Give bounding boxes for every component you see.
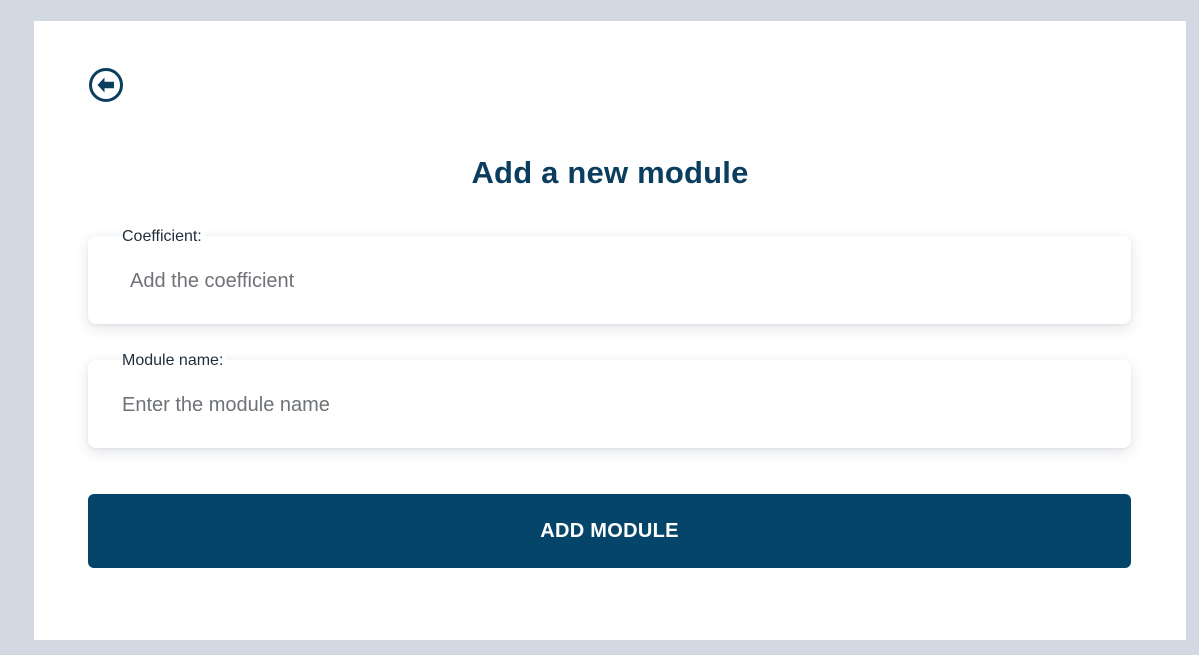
- arrow-left-circle-icon: [88, 67, 124, 103]
- module-name-input[interactable]: [122, 390, 1111, 420]
- add-module-button[interactable]: ADD MODULE: [88, 494, 1131, 568]
- coefficient-input[interactable]: [130, 266, 1111, 296]
- coefficient-field: Coefficient:: [88, 228, 1131, 324]
- back-button[interactable]: [88, 67, 124, 103]
- page-title: Add a new module: [471, 155, 749, 190]
- coefficient-label: Coefficient:: [122, 228, 205, 248]
- module-name-field: Module name:: [88, 352, 1131, 448]
- form-card: Add a new module Coefficient: Module nam…: [34, 21, 1186, 640]
- module-name-label: Module name:: [122, 352, 227, 372]
